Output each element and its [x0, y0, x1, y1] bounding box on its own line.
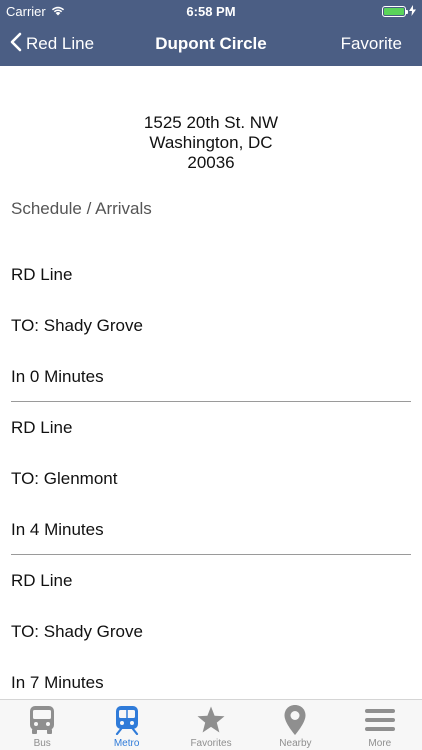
arrival-item[interactable]: RD Line TO: Shady Grove In 7 Minutes [0, 555, 422, 708]
back-button-label: Red Line [26, 34, 95, 53]
wifi-icon [51, 4, 65, 19]
arrival-destination: TO: Glenmont [11, 469, 118, 488]
address-line-2: Washington, DC [149, 133, 273, 152]
arrival-eta: In 0 Minutes [11, 367, 104, 386]
tab-more[interactable]: More [338, 700, 422, 750]
tab-label: Metro [113, 738, 140, 749]
star-icon [195, 704, 227, 736]
carrier-label: Carrier [6, 3, 46, 19]
train-icon [111, 704, 143, 736]
tab-bar: Bus Metro Favorites Nearby More [0, 699, 422, 750]
address-line-1: 1525 20th St. NW [143, 113, 279, 132]
arrival-line: RD Line [11, 571, 73, 590]
tab-label: Favorites [190, 738, 232, 749]
address-line-3: 20036 [187, 153, 235, 172]
tab-label: Bus [33, 738, 51, 749]
status-bar: Carrier 6:58 PM [0, 0, 422, 22]
arrival-item[interactable]: RD Line TO: Shady Grove In 0 Minutes [0, 249, 422, 402]
arrival-destination: TO: Shady Grove [11, 316, 143, 335]
battery-level [384, 7, 404, 15]
chevron-left-icon [10, 32, 22, 57]
favorite-button[interactable]: Favorite [341, 22, 402, 66]
arrival-line: RD Line [11, 265, 73, 284]
station-address: 1525 20th St. NW Washington, DC 20036 [0, 113, 422, 173]
location-pin-icon [279, 704, 311, 736]
status-left: Carrier [6, 4, 65, 19]
tab-bus[interactable]: Bus [0, 700, 84, 750]
tab-label: More [368, 738, 392, 749]
bus-icon [26, 704, 58, 736]
charging-icon [409, 4, 416, 19]
arrival-list: RD Line TO: Shady Grove In 0 Minutes RD … [0, 249, 422, 708]
arrival-eta: In 4 Minutes [11, 520, 104, 539]
navigation-bar: Red Line Dupont Circle Favorite [0, 22, 422, 66]
tab-label: Nearby [279, 738, 312, 749]
tab-favorites[interactable]: Favorites [169, 700, 253, 750]
tab-metro[interactable]: Metro [84, 700, 168, 750]
arrival-item[interactable]: RD Line TO: Glenmont In 4 Minutes [0, 402, 422, 555]
schedule-section-title: Schedule / Arrivals [11, 199, 152, 218]
back-button[interactable]: Red Line [10, 22, 94, 66]
status-right [382, 4, 416, 19]
tab-nearby[interactable]: Nearby [253, 700, 337, 750]
arrival-destination: TO: Shady Grove [11, 622, 143, 641]
menu-icon [364, 704, 396, 736]
battery-icon [382, 5, 408, 17]
arrival-line: RD Line [11, 418, 73, 437]
